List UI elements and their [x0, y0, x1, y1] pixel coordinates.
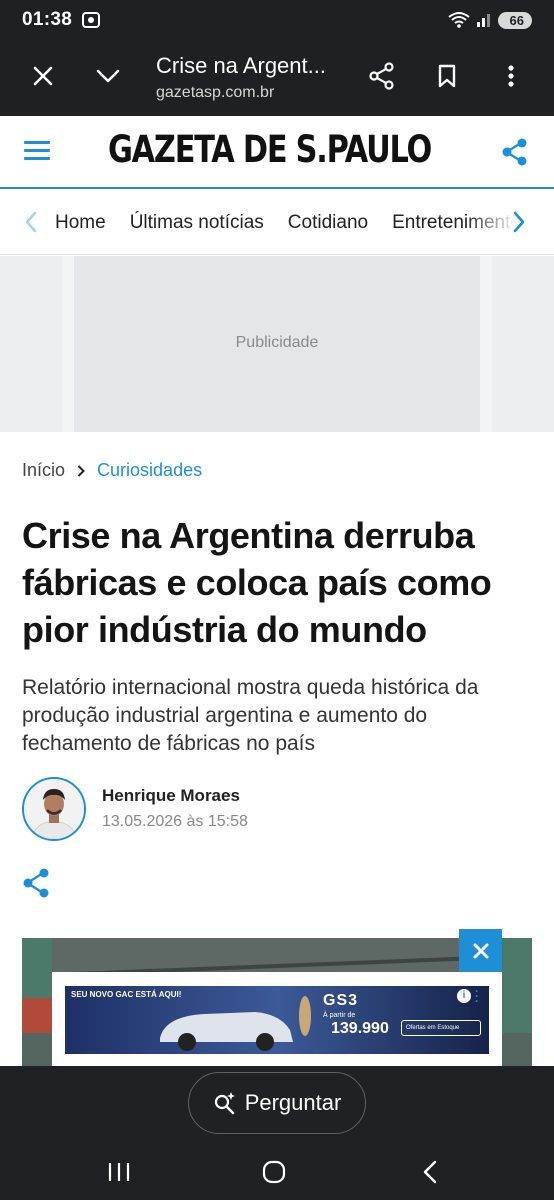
close-ad-button[interactable]	[459, 929, 502, 972]
status-bar: 01:38 66	[0, 0, 554, 40]
close-icon	[473, 943, 488, 958]
sparkle-search-icon	[214, 1092, 235, 1115]
banner-cta[interactable]: Ofertas em Estoque	[401, 1020, 481, 1036]
more-options-button[interactable]	[489, 54, 533, 98]
share-icon	[23, 868, 49, 898]
chevron-left-icon	[25, 211, 37, 233]
banner-headline: SEU NOVO GAC ESTÁ AQUI!	[71, 990, 182, 999]
category-nav: Home Últimas notícias Cotidiano Entreten…	[0, 191, 554, 255]
chevron-down-icon	[96, 69, 120, 83]
menu-icon-bar	[24, 157, 50, 160]
author-photo	[24, 779, 84, 839]
ask-button[interactable]: Perguntar	[188, 1072, 366, 1134]
battery-indicator: 66	[497, 11, 532, 29]
ask-button-label: Perguntar	[244, 1090, 342, 1115]
article-share-button[interactable]	[22, 868, 50, 903]
home-icon	[262, 1160, 286, 1184]
bookmark-button[interactable]	[425, 54, 469, 98]
home-button[interactable]	[254, 1156, 294, 1188]
page-url[interactable]: gazetasp.com.br	[156, 84, 274, 102]
banner-price-prefix: À partir de	[323, 1012, 356, 1019]
system-nav-bar	[0, 1144, 554, 1200]
signal-icon	[476, 14, 490, 27]
nav-item-home[interactable]: Home	[55, 212, 106, 234]
ad-slot: Publicidade	[0, 256, 554, 432]
page: 01:38 66 Crise na Argent... gazetasp.com…	[0, 0, 554, 1200]
status-icons: 66	[447, 11, 532, 29]
banner-creative[interactable]: SEU NOVO GAC ESTÁ AQUI! GS3 À partir de …	[65, 986, 489, 1054]
article-subheadline: Relatório internacional mostra queda his…	[22, 676, 479, 755]
close-icon	[33, 66, 53, 86]
wifi-icon	[447, 12, 470, 28]
recent-apps-icon	[108, 1163, 130, 1181]
back-button[interactable]	[410, 1156, 450, 1188]
close-tab-button[interactable]	[21, 54, 65, 98]
chevron-right-icon	[77, 464, 85, 477]
page-title: Crise na Argent...	[156, 53, 326, 78]
browser-toolbar: Crise na Argent... gazetasp.com.br	[0, 40, 554, 116]
breadcrumb-home[interactable]: Início	[22, 460, 65, 481]
banner-price: 139.990	[331, 1020, 389, 1037]
nav-prev-button[interactable]	[24, 211, 44, 235]
site-header: GAZETA DE S.PAULO	[0, 116, 554, 189]
menu-icon-bar	[24, 149, 50, 152]
ad-label: Publicidade	[235, 334, 319, 351]
nav-item-ultimas-noticias[interactable]: Últimas notícias	[130, 212, 264, 234]
bottom-panel: Perguntar	[0, 1066, 554, 1144]
ad-info-icon[interactable]: i	[457, 989, 471, 1003]
floating-ad-banner[interactable]: SEU NOVO GAC ESTÁ AQUI! GS3 À partir de …	[52, 972, 502, 1068]
author-name[interactable]: Henrique Moraes	[102, 786, 240, 806]
bookmark-icon	[438, 64, 456, 88]
article-date: 13.05.2026 às 15:58	[102, 813, 248, 830]
menu-icon-bar	[24, 141, 50, 144]
breadcrumb-category[interactable]: Curiosidades	[97, 460, 202, 481]
more-vert-icon	[508, 65, 514, 87]
share-icon	[502, 138, 527, 166]
screen-record-icon	[82, 12, 101, 28]
back-icon	[423, 1160, 437, 1184]
banner-model: GS3	[323, 992, 359, 1009]
browser-share-button[interactable]	[360, 54, 404, 98]
chevron-right-icon	[513, 211, 525, 233]
share-icon	[369, 62, 394, 90]
ad-more-icon[interactable]: · · ·	[475, 986, 481, 1007]
author-avatar[interactable]	[22, 777, 86, 841]
minimize-button[interactable]	[86, 54, 130, 98]
recent-apps-button[interactable]	[99, 1156, 139, 1188]
site-logo[interactable]: GAZETA DE S.PAULO	[108, 128, 432, 171]
nav-item-cotidiano[interactable]: Cotidiano	[288, 212, 368, 234]
article-headline: Crise na Argentina derruba fábricas e co…	[22, 515, 492, 650]
breadcrumb: Início Curiosidades	[22, 460, 202, 481]
menu-button[interactable]	[24, 141, 50, 161]
nav-next-button[interactable]	[512, 211, 532, 235]
status-time: 01:38	[22, 9, 73, 30]
header-share-button[interactable]	[502, 138, 528, 171]
